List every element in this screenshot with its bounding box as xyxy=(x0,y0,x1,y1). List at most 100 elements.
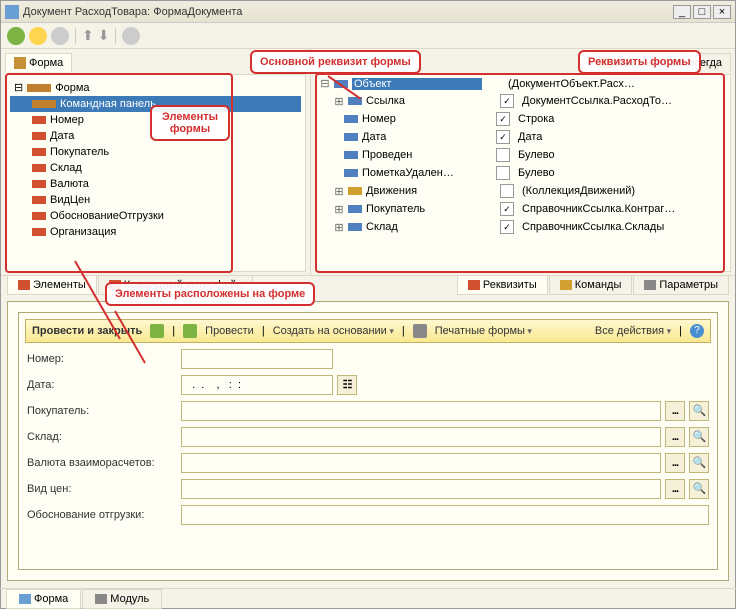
create-basis-button[interactable]: Создать на основании xyxy=(273,325,394,337)
up-button[interactable]: ⬆ xyxy=(82,27,94,44)
expand-icon[interactable]: ⊞ xyxy=(334,221,344,234)
main-toolbar: ⬆ ⬇ xyxy=(1,23,735,49)
attr-icon xyxy=(348,205,362,213)
tree-item[interactable]: ПометкаУдален… xyxy=(362,167,492,179)
edit-button[interactable] xyxy=(29,27,47,45)
checkbox[interactable]: ✓ xyxy=(496,112,510,126)
field-icon xyxy=(32,196,46,204)
checkbox[interactable]: ✓ xyxy=(500,94,514,108)
open-button[interactable]: 🔍 xyxy=(689,401,709,421)
post-icon[interactable] xyxy=(183,324,197,338)
all-actions-button[interactable]: Все действия xyxy=(595,325,671,337)
label-warehouse: Склад: xyxy=(27,431,177,443)
input-pricetype[interactable] xyxy=(181,479,661,499)
minimize-button[interactable]: _ xyxy=(673,5,691,19)
props-button[interactable] xyxy=(122,27,140,45)
attr-icon xyxy=(344,115,358,123)
tree-item[interactable]: ОбоснованиеОтгрузки xyxy=(50,210,164,222)
browse-button[interactable]: ... xyxy=(665,453,685,473)
rekv-icon xyxy=(468,280,480,290)
checkbox[interactable]: ✓ xyxy=(500,202,514,216)
expand-icon[interactable]: ⊟ xyxy=(320,77,330,90)
checkbox[interactable] xyxy=(496,148,510,162)
tree-item[interactable]: Покупатель xyxy=(366,203,496,215)
form-preview: Провести и закрыть | Провести | Создать … xyxy=(7,301,729,581)
tree-item[interactable]: Склад xyxy=(366,221,496,233)
tree-item-cmdpanel[interactable]: Командная панель xyxy=(60,98,156,110)
print-button[interactable]: Печатные формы xyxy=(435,325,532,337)
expand-icon[interactable]: ⊞ xyxy=(334,185,344,198)
tab-params[interactable]: Параметры xyxy=(633,276,729,295)
expand-icon[interactable]: ⊞ xyxy=(334,95,344,108)
print-icon[interactable] xyxy=(413,324,427,338)
browse-button[interactable]: ... xyxy=(665,401,685,421)
params-icon xyxy=(644,280,656,290)
checkbox[interactable]: ✓ xyxy=(500,220,514,234)
browse-button[interactable]: ... xyxy=(665,479,685,499)
post-button[interactable]: Провести xyxy=(205,325,254,337)
save-icon[interactable] xyxy=(150,324,164,338)
open-button[interactable]: 🔍 xyxy=(689,427,709,447)
tree-root-object[interactable]: Объект xyxy=(352,78,482,90)
help-icon[interactable]: ? xyxy=(690,324,704,338)
maximize-button[interactable]: □ xyxy=(693,5,711,19)
down-button[interactable]: ⬇ xyxy=(98,27,110,44)
input-currency[interactable] xyxy=(181,453,661,473)
field-icon xyxy=(32,148,46,156)
open-button[interactable]: 🔍 xyxy=(689,479,709,499)
tab-forma[interactable]: Форма xyxy=(5,53,72,72)
field-icon xyxy=(32,212,46,220)
label-date: Дата: xyxy=(27,379,177,391)
tree-item[interactable]: ВидЦен xyxy=(50,194,90,206)
tree-item[interactable]: Движения xyxy=(366,185,496,197)
tree-item[interactable]: Покупатель xyxy=(50,146,109,158)
tree-item[interactable]: Дата xyxy=(362,131,492,143)
input-warehouse[interactable] xyxy=(181,427,661,447)
field-icon xyxy=(32,228,46,236)
form-elements-tree[interactable]: ⊟Форма Командная панель Номер Дата Покуп… xyxy=(5,74,306,272)
tab-commands[interactable]: Команды xyxy=(549,276,633,295)
checkbox[interactable] xyxy=(496,166,510,180)
browse-button[interactable]: ... xyxy=(665,427,685,447)
attr-icon xyxy=(344,133,358,141)
open-button[interactable]: 🔍 xyxy=(689,453,709,473)
input-date[interactable] xyxy=(181,375,333,395)
close-button[interactable]: × xyxy=(713,5,731,19)
label-buyer: Покупатель: xyxy=(27,405,177,417)
callout-placed: Элементы расположены на форме xyxy=(105,282,315,306)
field-icon xyxy=(32,116,46,124)
checkbox[interactable] xyxy=(500,184,514,198)
form-icon xyxy=(14,57,26,69)
tree-root[interactable]: Форма xyxy=(55,82,89,94)
attr-icon xyxy=(348,223,362,231)
form-root-icon xyxy=(27,84,51,92)
attr-icon xyxy=(344,151,358,159)
callout-rekv-form: Реквизиты формы xyxy=(578,50,701,74)
cmd-panel-icon xyxy=(32,100,56,108)
date-picker-button[interactable]: ☷ xyxy=(337,375,357,395)
elements-icon xyxy=(18,280,30,290)
requisites-tree[interactable]: ⊟Объект(ДокументОбъект.Расх… ⊞Ссылка✓Док… xyxy=(315,74,731,272)
tab-requisites[interactable]: Реквизиты xyxy=(457,276,548,295)
tree-item[interactable]: Номер xyxy=(362,113,492,125)
expand-icon[interactable]: ⊞ xyxy=(334,203,344,216)
tree-item[interactable]: Организация xyxy=(50,226,116,238)
input-buyer[interactable] xyxy=(181,401,661,421)
form-icon xyxy=(5,5,19,19)
input-basis[interactable] xyxy=(181,505,709,525)
tree-item[interactable]: Проведен xyxy=(362,149,492,161)
window-title: Документ РасходТовара: ФормаДокумента xyxy=(23,6,673,18)
tree-item[interactable]: Валюта xyxy=(50,178,89,190)
tree-item[interactable]: Ссылка xyxy=(366,95,496,107)
titlebar: Документ РасходТовара: ФормаДокумента _ … xyxy=(1,1,735,23)
delete-button[interactable] xyxy=(51,27,69,45)
checkbox[interactable]: ✓ xyxy=(496,130,510,144)
tree-item[interactable]: Дата xyxy=(50,130,74,142)
footer-tab-forma[interactable]: Форма xyxy=(6,589,81,609)
tree-item[interactable]: Номер xyxy=(50,114,84,126)
tree-item[interactable]: Склад xyxy=(50,162,82,174)
footer-tab-module[interactable]: Модуль xyxy=(82,589,162,609)
input-number[interactable] xyxy=(181,349,333,369)
callout-main-rekv: Основной реквизит формы xyxy=(250,50,421,74)
add-button[interactable] xyxy=(7,27,25,45)
